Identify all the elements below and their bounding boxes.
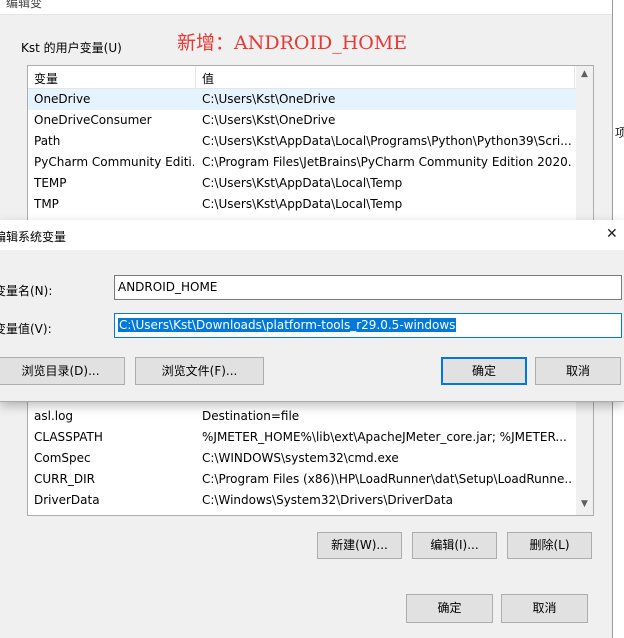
variable-name-cell: CURR_DIR — [34, 472, 95, 486]
table-row[interactable]: OneDrive C:\Users\Kst\OneDrive — [28, 89, 576, 110]
variable-value-label: 变量值(V): — [0, 322, 52, 336]
variable-name-value: ANDROID_HOME — [118, 280, 218, 294]
table-row[interactable]: asl.log Destination=file — [28, 406, 576, 427]
variable-value-cell: C:\Users\Kst\AppData\Local\Temp — [202, 176, 403, 190]
user-vars-header: 变量 值 — [28, 66, 576, 89]
variable-name-input[interactable]: ANDROID_HOME — [114, 275, 622, 300]
variable-value-cell: C:\WINDOWS\system32\cmd.exe — [202, 451, 399, 465]
table-row[interactable]: Path C:\Users\Kst\AppData\Local\Programs\… — [28, 131, 576, 152]
system-vars-scrollbar[interactable]: ▼ — [576, 401, 593, 515]
column-separator[interactable] — [574, 66, 575, 88]
column-header-value[interactable]: 值 — [202, 70, 214, 87]
variable-value-cell: C:\Users\Kst\OneDrive — [202, 92, 336, 106]
variable-value-cell: %JMETER_HOME%\lib\ext\ApacheJMeter_core.… — [202, 430, 567, 444]
variable-name-cell: TEMP — [34, 176, 67, 190]
table-row[interactable]: DriverData C:\Windows\System32\Drivers\Dr… — [28, 490, 576, 511]
new-button[interactable]: 新建(W)... — [317, 532, 402, 559]
column-separator[interactable] — [195, 66, 196, 88]
background-window-title: 编辑变 — [6, 0, 43, 10]
variable-value-input[interactable]: C:\Users\Kst\Downloads\platform-tools_r2… — [114, 313, 622, 338]
variable-value-cell: C:\Users\Kst\AppData\Local\Temp — [202, 197, 403, 211]
close-icon[interactable]: ✕ — [606, 226, 618, 242]
table-row[interactable]: TMP C:\Users\Kst\AppData\Local\Temp — [28, 194, 576, 215]
background-cancel-button[interactable]: 取消 — [501, 594, 588, 623]
variable-value-cell: C:\Users\Kst\AppData\Local\Programs\Pyth… — [202, 134, 572, 148]
dialog-ok-button[interactable]: 确定 — [441, 357, 527, 385]
variable-name-cell: DriverData — [34, 493, 100, 507]
table-row[interactable]: CLASSPATH %JMETER_HOME%\lib\ext\ApacheJMe… — [28, 427, 576, 448]
user-vars-list[interactable]: 变量 值 OneDrive C:\Users\Kst\OneDrive OneDri… — [27, 65, 594, 222]
variable-name-cell: PyCharm Community Editi... — [34, 155, 194, 169]
variable-name-cell: CLASSPATH — [34, 430, 103, 444]
variable-value-cell: Destination=file — [202, 409, 300, 423]
annotation-text: 新增：ANDROID_HOME — [177, 32, 408, 54]
scroll-down-arrow-icon[interactable]: ▼ — [576, 496, 593, 513]
variable-name-cell: ComSpec — [34, 451, 91, 465]
right-edge-text: 项 — [615, 126, 624, 140]
dialog-title: 编辑系统变量 — [0, 230, 67, 244]
column-header-variable[interactable]: 变量 — [34, 70, 58, 87]
edit-system-variable-dialog: 编辑系统变量 ✕ 变量名(N): ANDROID_HOME 变量值(V): C:… — [0, 220, 624, 402]
variable-name-label: 变量名(N): — [0, 284, 53, 298]
variable-name-cell: Path — [34, 134, 61, 148]
user-vars-scrollbar[interactable]: ▲ — [576, 66, 593, 221]
variable-value-cell: C:\Windows\System32\Drivers\DriverData — [202, 493, 453, 507]
system-vars-list[interactable]: asl.log Destination=file CLASSPATH %JMETER_… — [27, 401, 594, 516]
edit-button[interactable]: 编辑(I)... — [412, 532, 497, 559]
variable-value-cell: C:\Program Files (x86)\HP\LoadRunner\dat… — [202, 472, 572, 486]
variable-value-cell: C:\Program Files\JetBrains\PyCharm Commu… — [202, 155, 572, 169]
variable-name-cell: asl.log — [34, 409, 74, 423]
table-row[interactable]: TEMP C:\Users\Kst\AppData\Local\Temp — [28, 173, 576, 194]
background-window-titlebar — [0, 0, 612, 15]
variable-name-cell: OneDrive — [34, 92, 91, 106]
background-ok-button[interactable]: 确定 — [406, 594, 493, 623]
dialog-cancel-button[interactable]: 取消 — [535, 357, 621, 385]
variable-value-cell: C:\Users\Kst\OneDrive — [202, 113, 336, 127]
scroll-up-arrow-icon[interactable]: ▲ — [576, 66, 593, 83]
delete-button[interactable]: 删除(L) — [507, 532, 592, 559]
user-vars-group-label: Kst 的用户变量(U) — [21, 41, 122, 55]
table-row[interactable]: ComSpec C:\WINDOWS\system32\cmd.exe — [28, 448, 576, 469]
browse-directory-button[interactable]: 浏览目录(D)... — [0, 357, 125, 385]
dialog-titlebar[interactable]: 编辑系统变量 ✕ — [0, 220, 624, 250]
table-row[interactable]: PyCharm Community Editi... C:\Program Fil… — [28, 152, 576, 173]
variable-name-cell: OneDriveConsumer — [34, 113, 152, 127]
variable-value-selected-text: C:\Users\Kst\Downloads\platform-tools_r2… — [118, 318, 457, 332]
right-edge-text-bottom — [614, 620, 622, 630]
table-row[interactable]: OneDriveConsumer C:\Users\Kst\OneDrive — [28, 110, 576, 131]
variable-name-cell: TMP — [34, 197, 59, 211]
table-row[interactable]: CURR_DIR C:\Program Files (x86)\HP\LoadRu… — [28, 469, 576, 490]
browse-file-button[interactable]: 浏览文件(F)... — [135, 357, 264, 385]
